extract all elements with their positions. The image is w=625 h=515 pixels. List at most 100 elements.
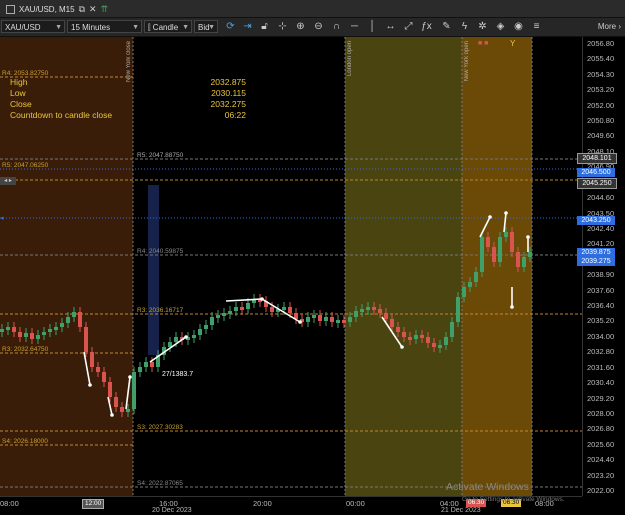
candle-body — [174, 337, 178, 342]
candle-body — [102, 372, 106, 382]
candle-body — [354, 311, 358, 317]
layers-icon[interactable]: ◈ — [494, 20, 507, 33]
refresh-icon[interactable]: ⟳ — [224, 20, 237, 33]
candle-body — [390, 319, 394, 327]
candle-body — [234, 307, 238, 311]
price-flag-current-b: 2039.275 — [577, 257, 615, 266]
candle-body — [192, 335, 196, 338]
r5-left-label: R5: 2047.06250 — [2, 162, 49, 169]
price-tick: 2023.20 — [587, 470, 615, 480]
chart-plot-area[interactable]: R5: 2047.88750 R5: 2047.06250 R4: 2040.5… — [0, 37, 582, 496]
ohlc-info-panel: High 2032.875 Low 2030.115 Close 2032.275 C… — [10, 77, 250, 121]
eye-icon[interactable]: ◉ — [512, 20, 525, 33]
candle-body — [504, 232, 508, 237]
more-button[interactable]: More › — [598, 20, 621, 33]
date-label: 20 Dec 2023 — [152, 507, 192, 514]
price-type-select[interactable]: Bid ▼ — [194, 20, 218, 33]
lock-icon[interactable]: 🔓︎ — [258, 20, 271, 33]
time-tick: 08:00 — [0, 499, 19, 508]
high-value: 2032.875 — [210, 77, 246, 87]
chart-tab[interactable]: XAU/USD, M15 ⧉ ✕ ⇈ — [2, 2, 112, 16]
candle-body — [66, 317, 70, 323]
candle-body — [48, 329, 52, 332]
candle-body — [450, 322, 454, 337]
candle-body — [402, 332, 406, 337]
candle-body — [444, 337, 448, 345]
scroll-end-icon[interactable]: ⇥ — [241, 20, 254, 33]
zoom-out-icon[interactable]: ⊖ — [312, 20, 325, 33]
trend-line-icon[interactable]: ⤢ — [402, 20, 415, 33]
crosshair-icon[interactable]: ⊹ — [276, 20, 289, 33]
candle-body — [486, 237, 490, 247]
low-label: Low — [10, 88, 26, 98]
menu-icon[interactable]: ≡ — [530, 20, 543, 33]
price-tick: 2042.40 — [587, 223, 615, 233]
price-tick: 2036.40 — [587, 301, 615, 311]
candle-body — [72, 312, 76, 317]
price-tick: 2055.40 — [587, 54, 615, 64]
popout-icon[interactable]: ⧉ — [79, 4, 85, 15]
zoom-in-icon[interactable]: ⊕ — [294, 20, 307, 33]
candle-body — [462, 287, 466, 297]
candle-body — [12, 327, 16, 332]
signal-icon[interactable]: ϟ — [458, 20, 471, 33]
price-tick: 2050.80 — [587, 116, 615, 126]
candle-body — [84, 327, 88, 352]
candle-body — [0, 329, 4, 332]
candle-body — [114, 397, 118, 407]
price-tick: 2056.80 — [587, 39, 615, 48]
range-icon[interactable]: ↔ — [384, 20, 397, 33]
price-tick: 2037.60 — [587, 285, 615, 295]
price-tick: 2038.90 — [587, 270, 615, 280]
candle-body — [468, 282, 472, 287]
candle-body — [96, 367, 100, 372]
candle-body — [210, 317, 214, 325]
chevron-down-icon: ▼ — [132, 24, 139, 31]
symbol-select[interactable]: XAU/USD ▼ — [1, 20, 65, 33]
candle-body — [414, 335, 418, 339]
close-icon[interactable]: ✕ — [89, 4, 97, 15]
candle-body — [144, 362, 148, 367]
close-label: Close — [10, 99, 32, 109]
candle-body — [522, 257, 526, 267]
candle-body — [30, 333, 34, 339]
add-chart-icon[interactable]: ⇈ — [101, 4, 109, 15]
arrow-head — [110, 413, 114, 417]
s4-left-label: S4: 2026.18000 — [2, 438, 48, 445]
candle-body — [480, 237, 484, 272]
arrow-head — [526, 235, 530, 239]
magnet-icon[interactable]: ∩ — [330, 20, 343, 33]
candle-body — [216, 315, 220, 318]
timeframe-select[interactable]: 15 Minutes ▼ — [67, 20, 142, 33]
r5-label: R5: 2047.88750 — [137, 152, 184, 159]
candle-body — [408, 337, 412, 340]
scroll-handle[interactable]: ◂ ▸ — [0, 177, 16, 185]
arrow-head — [184, 335, 188, 339]
arrow-head — [88, 383, 92, 387]
s3-label: S3: 2027.30283 — [137, 424, 183, 431]
candle-body — [60, 323, 64, 327]
countdown-value: 06:22 — [224, 110, 246, 120]
price-flag-current-a: 2039.875 — [577, 248, 615, 257]
candle-body — [54, 327, 58, 330]
price-tick: 2032.80 — [587, 347, 615, 357]
price-flag-blue1: 2046.500 — [577, 168, 615, 177]
candle-body — [90, 352, 94, 367]
price-tick: 2029.20 — [587, 393, 615, 403]
vertical-line-icon[interactable]: │ — [366, 20, 379, 33]
price-axis[interactable]: 2056.80 2055.40 2054.30 2053.20 2052.00 2050.… — [577, 37, 625, 496]
alert-label: ■ ■ — [478, 40, 489, 47]
horizontal-line-icon[interactable]: ─ — [348, 20, 361, 33]
arrow-head — [510, 305, 514, 309]
candle-body — [360, 309, 364, 312]
highlight-bar — [148, 185, 159, 355]
candle-body — [336, 320, 340, 323]
r3-label: R3: 2036.16717 — [137, 307, 184, 314]
price-tick: 2024.40 — [587, 455, 615, 465]
chart-type-select[interactable]: ⫿ Candle ▼ — [144, 20, 192, 33]
pencil-icon[interactable]: ✎ — [440, 20, 453, 33]
tab-square-icon — [6, 4, 15, 14]
settings-icon[interactable]: ✲ — [476, 20, 489, 33]
function-icon[interactable]: ƒx — [420, 20, 433, 33]
candle-body — [312, 315, 316, 318]
